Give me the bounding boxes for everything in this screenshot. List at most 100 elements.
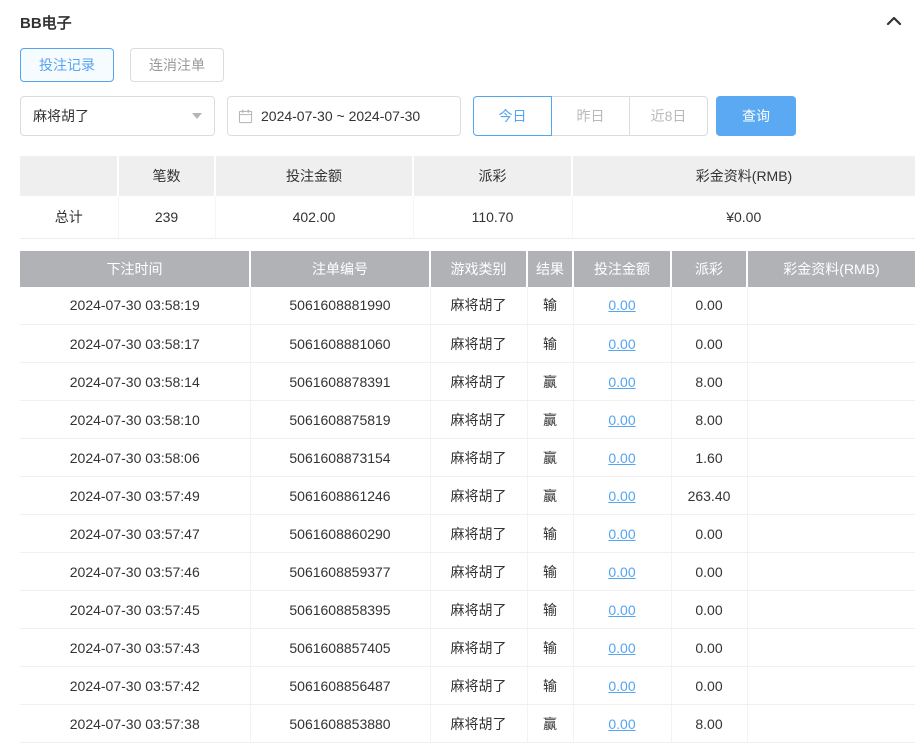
date-range-value: 2024-07-30 ~ 2024-07-30	[261, 108, 421, 124]
cell-bet-time: 2024-07-30 03:58:14	[20, 362, 251, 401]
chevron-down-icon	[192, 113, 202, 119]
records-body: 2024-07-30 03:58:19 5061608881990 麻将胡了 输…	[20, 286, 915, 743]
table-row: 2024-07-30 03:58:10 5061608875819 麻将胡了 赢…	[20, 400, 915, 439]
table-row: 2024-07-30 03:57:42 5061608856487 麻将胡了 输…	[20, 666, 915, 705]
bet-amount-link[interactable]: 0.00	[608, 450, 635, 466]
cell-bonus	[747, 704, 915, 743]
cell-bet-amount: 0.00	[573, 362, 672, 401]
cell-payout: 0.00	[671, 286, 748, 325]
cell-bet-time: 2024-07-30 03:57:42	[20, 666, 251, 705]
summary-header-count: 笔数	[117, 156, 215, 196]
cell-payout: 0.00	[671, 666, 748, 705]
bet-amount-link[interactable]: 0.00	[608, 602, 635, 618]
bet-amount-link[interactable]: 0.00	[608, 678, 635, 694]
records-header-row: 下注时间 注单编号 游戏类别 结果 投注金额 派彩 彩金资料(RMB)	[20, 250, 915, 287]
tab-betting-records[interactable]: 投注记录	[20, 48, 114, 82]
calendar-icon	[238, 109, 253, 124]
cell-order-no: 5061608873154	[250, 438, 431, 477]
cell-payout: 0.00	[671, 590, 748, 629]
cell-bet-time: 2024-07-30 03:57:46	[20, 552, 251, 591]
tab-bar: 投注记录 连消注单	[20, 48, 915, 82]
summary-total-bet-amount: 402.00	[215, 196, 414, 239]
date-range-input[interactable]: 2024-07-30 ~ 2024-07-30	[227, 96, 461, 136]
cell-order-no: 5061608860290	[250, 514, 431, 553]
cell-bonus	[747, 286, 915, 325]
cell-result: 输	[527, 666, 574, 705]
collapse-toggle[interactable]	[885, 14, 903, 31]
records-header-result: 结果	[526, 250, 573, 287]
summary-header-payout: 派彩	[412, 156, 572, 196]
bet-amount-link[interactable]: 0.00	[608, 716, 635, 732]
cell-result: 输	[527, 552, 574, 591]
game-select-value: 麻将胡了	[33, 108, 89, 124]
summary-table: 笔数 投注金额 派彩 彩金资料(RMB) 总计 239 402.00 110.7…	[20, 156, 915, 239]
bet-amount-link[interactable]: 0.00	[608, 526, 635, 542]
bet-amount-link[interactable]: 0.00	[608, 336, 635, 352]
game-select[interactable]: 麻将胡了	[20, 96, 215, 136]
bet-amount-link[interactable]: 0.00	[608, 374, 635, 390]
cell-game-type: 麻将胡了	[430, 704, 528, 743]
cell-bonus	[747, 362, 915, 401]
cell-bet-time: 2024-07-30 03:57:49	[20, 476, 251, 515]
cell-bet-time: 2024-07-30 03:57:47	[20, 514, 251, 553]
records-table: 下注时间 注单编号 游戏类别 结果 投注金额 派彩 彩金资料(RMB) 2024…	[20, 250, 915, 743]
cell-bonus	[747, 438, 915, 477]
cell-bonus	[747, 514, 915, 553]
bet-amount-link[interactable]: 0.00	[608, 412, 635, 428]
cell-game-type: 麻将胡了	[430, 362, 528, 401]
summary-total-bonus: ¥0.00	[572, 196, 915, 239]
range-yesterday-button[interactable]: 昨日	[551, 96, 630, 136]
cell-bet-amount: 0.00	[573, 400, 672, 439]
cell-bet-amount: 0.00	[573, 666, 672, 705]
cell-order-no: 5061608853880	[250, 704, 431, 743]
bet-amount-link[interactable]: 0.00	[608, 488, 635, 504]
table-row: 2024-07-30 03:58:17 5061608881060 麻将胡了 输…	[20, 324, 915, 363]
cell-bonus	[747, 324, 915, 363]
cell-order-no: 5061608881060	[250, 324, 431, 363]
chevron-up-icon	[885, 14, 903, 31]
summary-header-blank	[20, 156, 118, 196]
bet-amount-link[interactable]: 0.00	[608, 297, 635, 313]
cell-payout: 0.00	[671, 514, 748, 553]
records-header-bet-amount: 投注金额	[572, 250, 671, 287]
cell-order-no: 5061608875819	[250, 400, 431, 439]
cell-result: 输	[527, 590, 574, 629]
search-button[interactable]: 查询	[716, 96, 796, 136]
summary-total-payout: 110.70	[413, 196, 573, 239]
table-row: 2024-07-30 03:58:19 5061608881990 麻将胡了 输…	[20, 286, 915, 325]
cell-game-type: 麻将胡了	[430, 286, 528, 325]
cell-game-type: 麻将胡了	[430, 324, 528, 363]
bet-amount-link[interactable]: 0.00	[608, 640, 635, 656]
cell-bet-time: 2024-07-30 03:57:45	[20, 590, 251, 629]
range-today-button[interactable]: 今日	[473, 96, 552, 136]
cell-payout: 8.00	[671, 400, 748, 439]
cell-game-type: 麻将胡了	[430, 400, 528, 439]
cell-bet-time: 2024-07-30 03:58:19	[20, 286, 251, 325]
cell-order-no: 5061608858395	[250, 590, 431, 629]
cell-payout: 1.60	[671, 438, 748, 477]
cell-bonus	[747, 552, 915, 591]
cell-bonus	[747, 590, 915, 629]
cell-bonus	[747, 628, 915, 667]
tab-cancelled-orders[interactable]: 连消注单	[130, 48, 224, 82]
cell-result: 赢	[527, 704, 574, 743]
cell-order-no: 5061608857405	[250, 628, 431, 667]
cell-bet-amount: 0.00	[573, 514, 672, 553]
panel-header: BB电子	[20, 8, 915, 36]
cell-bonus	[747, 400, 915, 439]
cell-game-type: 麻将胡了	[430, 476, 528, 515]
cell-bet-time: 2024-07-30 03:58:17	[20, 324, 251, 363]
table-row: 2024-07-30 03:57:46 5061608859377 麻将胡了 输…	[20, 552, 915, 591]
cell-game-type: 麻将胡了	[430, 514, 528, 553]
cell-result: 赢	[527, 400, 574, 439]
betting-records-panel: BB电子 投注记录 连消注单 麻将胡了 2024-07-30 ~ 2024-07…	[0, 0, 917, 743]
cell-bet-time: 2024-07-30 03:58:06	[20, 438, 251, 477]
cell-bet-amount: 0.00	[573, 704, 672, 743]
cell-bonus	[747, 666, 915, 705]
bet-amount-link[interactable]: 0.00	[608, 564, 635, 580]
summary-header-row: 笔数 投注金额 派彩 彩金资料(RMB)	[20, 156, 915, 196]
cell-order-no: 5061608856487	[250, 666, 431, 705]
cell-result: 输	[527, 324, 574, 363]
range-last8days-button[interactable]: 近8日	[629, 96, 708, 136]
cell-bet-time: 2024-07-30 03:57:38	[20, 704, 251, 743]
